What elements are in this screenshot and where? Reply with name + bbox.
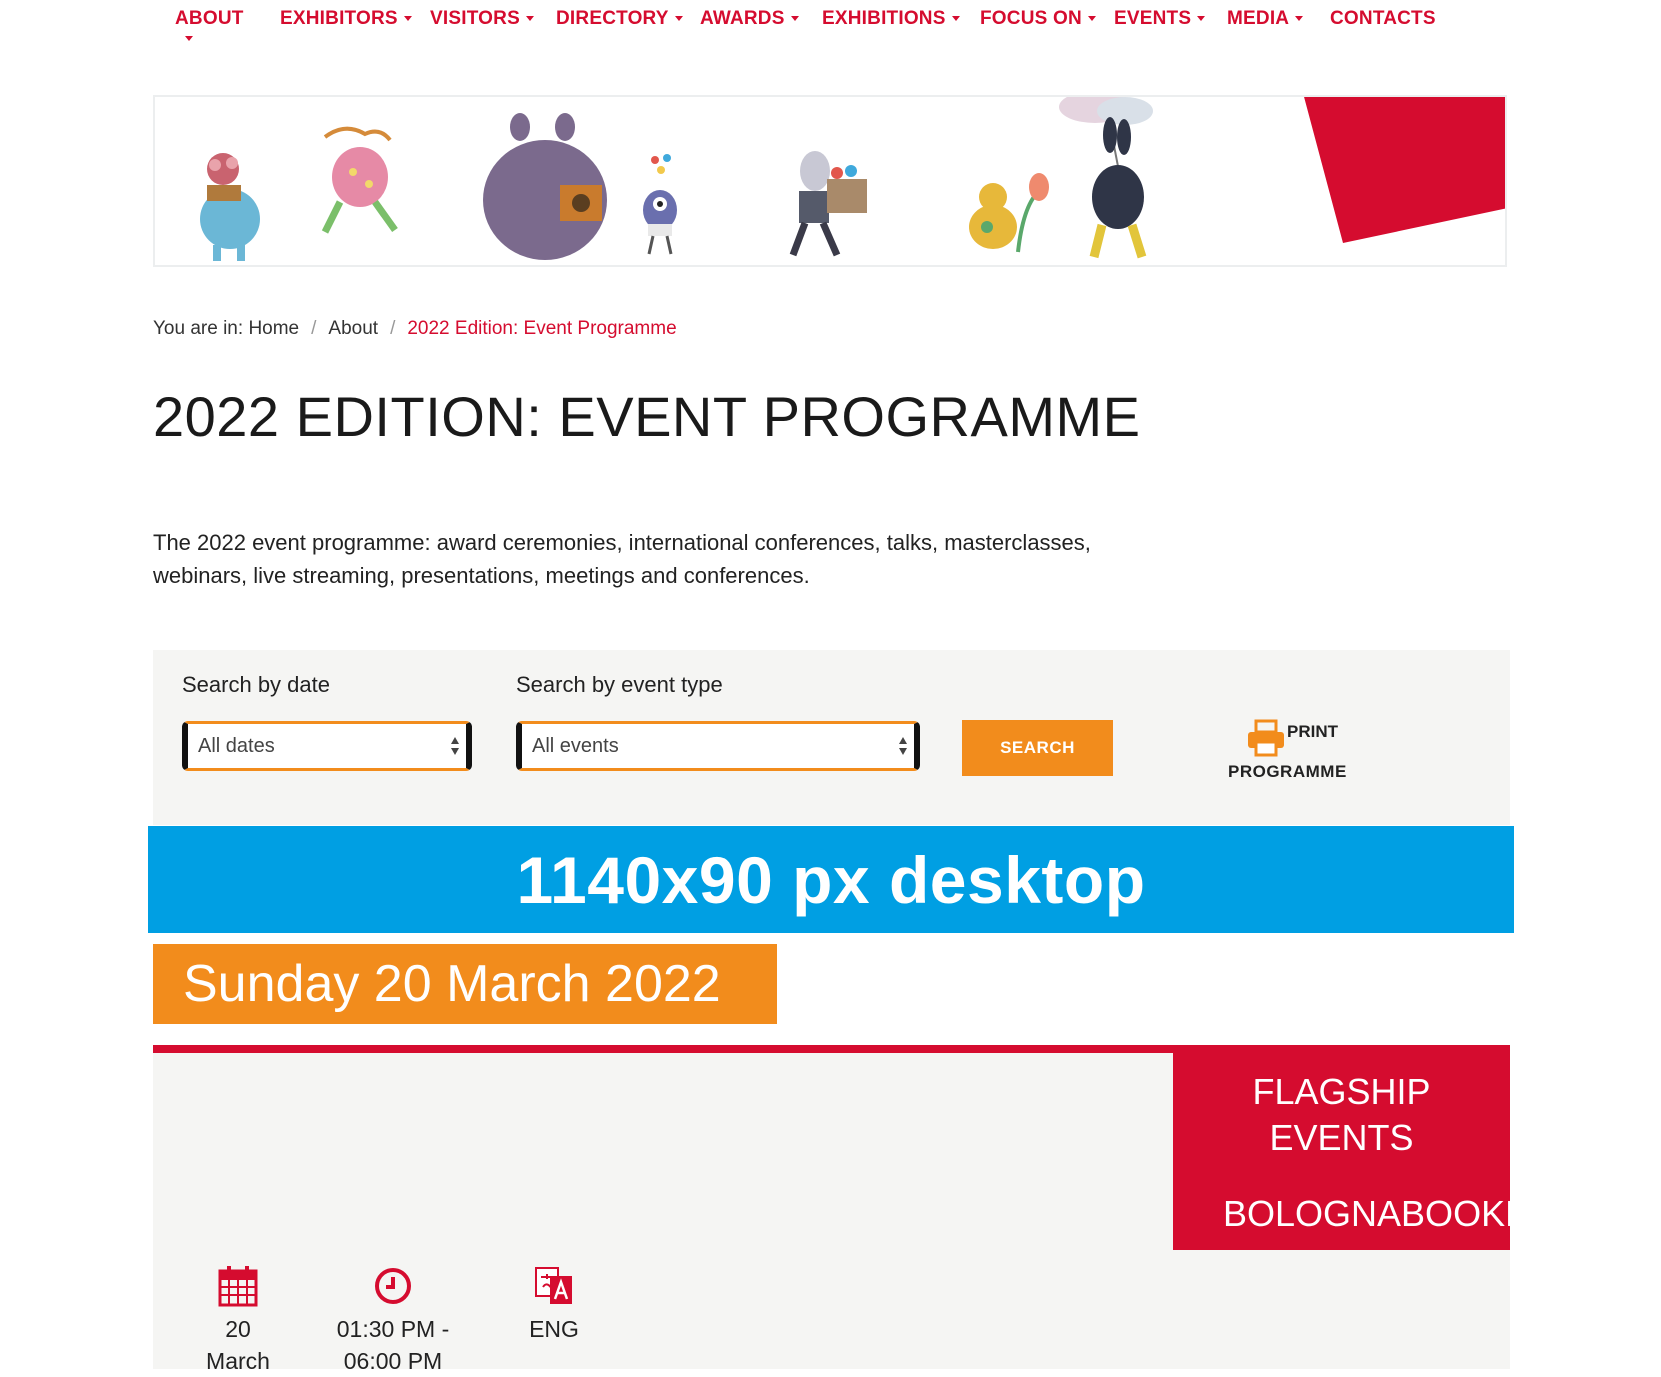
chevron-down-icon: [185, 36, 193, 41]
event-type-filter-label: Search by event type: [516, 672, 723, 697]
date-select-value: All dates: [198, 735, 275, 757]
breadcrumb-home-link[interactable]: Home: [248, 318, 299, 339]
creature-illustration: [643, 154, 677, 255]
chevron-down-icon: [1197, 16, 1206, 22]
chevron-down-icon: [674, 16, 683, 22]
event-type-select-value: All events: [532, 735, 619, 757]
chevron-down-icon: [1295, 16, 1304, 22]
chevron-down-icon: [951, 16, 960, 22]
creature-illustration: [1059, 97, 1153, 259]
nav-item-label: EVENTS: [1114, 8, 1192, 29]
nav-item-about[interactable]: ABOUT: [175, 8, 244, 41]
breadcrumb-current: 2022 Edition: Event Programme: [407, 318, 677, 339]
nav-item-exhibitors[interactable]: EXHIBITORS: [280, 8, 412, 30]
event-search-panel: Search by date All dates Search by event…: [153, 650, 1510, 825]
nav-item-directory[interactable]: DIRECTORY: [556, 8, 683, 30]
print-programme-button[interactable]: PRINT PROGRAMME: [1228, 719, 1453, 802]
nav-item-label: AWARDS: [700, 8, 785, 29]
event-category-badge[interactable]: FLAGSHIP EVENTS BOLOGNABOOKP: [1173, 1045, 1510, 1250]
creature-illustration: [483, 113, 607, 260]
day-heading: Sunday 20 March 2022: [153, 944, 777, 1024]
intro-text: The 2022 event programme: award ceremoni…: [153, 530, 1091, 588]
nav-item-label: MEDIA: [1227, 8, 1290, 29]
breadcrumb: You are in: Home / About / 2022 Edition: Eve…: [153, 318, 677, 340]
search-button[interactable]: SEARCH: [962, 720, 1113, 776]
event-time-start: 01:30 PM -: [336, 1316, 450, 1342]
nav-item-contacts[interactable]: CONTACTS: [1330, 8, 1436, 30]
date-filter-label: Search by date: [182, 672, 330, 697]
breadcrumb-about-link[interactable]: About: [328, 318, 378, 339]
nav-item-media[interactable]: MEDIA: [1227, 8, 1304, 30]
printer-icon: [1248, 719, 1284, 757]
nav-item-exhibitions[interactable]: EXHIBITIONS: [822, 8, 960, 30]
nav-item-label: CONTACTS: [1330, 8, 1436, 29]
nav-item-label: ABOUT: [175, 8, 244, 29]
event-language: ENG: [514, 1265, 594, 1345]
event-date: 20 March: [198, 1265, 278, 1377]
breadcrumb-prefix: You are in:: [153, 318, 244, 339]
clock-icon: [375, 1268, 411, 1304]
nav-item-label: VISITORS: [430, 8, 520, 29]
ad-placeholder-banner[interactable]: 1140x90 px desktop: [148, 826, 1514, 933]
chevron-down-icon: [1087, 16, 1096, 22]
print-label-top: PRINT: [1287, 722, 1338, 741]
nav-item-label: DIRECTORY: [556, 8, 669, 29]
creature-illustration: [200, 153, 260, 261]
organizer-label: BOLOGNABOOKP: [1223, 1193, 1510, 1234]
translate-icon: [535, 1267, 572, 1304]
chevron-down-icon: [790, 16, 799, 22]
date-select[interactable]: All dates: [182, 721, 472, 771]
chevron-down-icon: [525, 16, 534, 22]
calendar-icon: [218, 1266, 258, 1307]
main-navigation: ABOUT EXHIBITORS VISITORS DIRECTORY AWAR…: [0, 0, 1661, 60]
event-time: 01:30 PM - 06:00 PM: [323, 1265, 463, 1377]
nav-item-focus-on[interactable]: FOCUS ON: [980, 8, 1096, 30]
creature-illustration: [969, 173, 1049, 253]
nav-item-awards[interactable]: AWARDS: [700, 8, 799, 30]
print-label-bottom: PROGRAMME: [1228, 762, 1347, 781]
nav-item-visitors[interactable]: VISITORS: [430, 8, 534, 30]
event-language-code: ENG: [529, 1316, 579, 1342]
nav-item-label: EXHIBITORS: [280, 8, 398, 29]
breadcrumb-separator: /: [390, 318, 396, 339]
select-arrows-icon: [899, 737, 907, 755]
page-title: 2022 EDITION: EVENT PROGRAMME: [153, 385, 1141, 448]
red-corner-shape: [1304, 97, 1505, 243]
event-time-end: 06:00 PM: [343, 1348, 443, 1374]
creature-illustration: [321, 126, 398, 234]
event-type-select[interactable]: All events: [516, 721, 920, 771]
event-date-day: 20: [225, 1316, 251, 1342]
event-date-month: March: [206, 1348, 270, 1374]
nav-item-label: FOCUS ON: [980, 8, 1082, 29]
category-label: FLAGSHIP EVENTS: [1173, 1069, 1510, 1161]
nav-item-events[interactable]: EVENTS: [1114, 8, 1206, 30]
ad-placeholder-text: 1140x90 px desktop: [516, 842, 1146, 917]
nav-item-label: EXHIBITIONS: [822, 8, 946, 29]
select-arrows-icon: [451, 737, 459, 755]
chevron-down-icon: [403, 16, 412, 22]
category-line-1: FLAGSHIP: [1252, 1071, 1431, 1112]
breadcrumb-separator: /: [311, 318, 317, 339]
creature-illustration: [789, 151, 867, 257]
header-illustration: [153, 95, 1507, 267]
category-line-2: EVENTS: [1269, 1117, 1414, 1158]
